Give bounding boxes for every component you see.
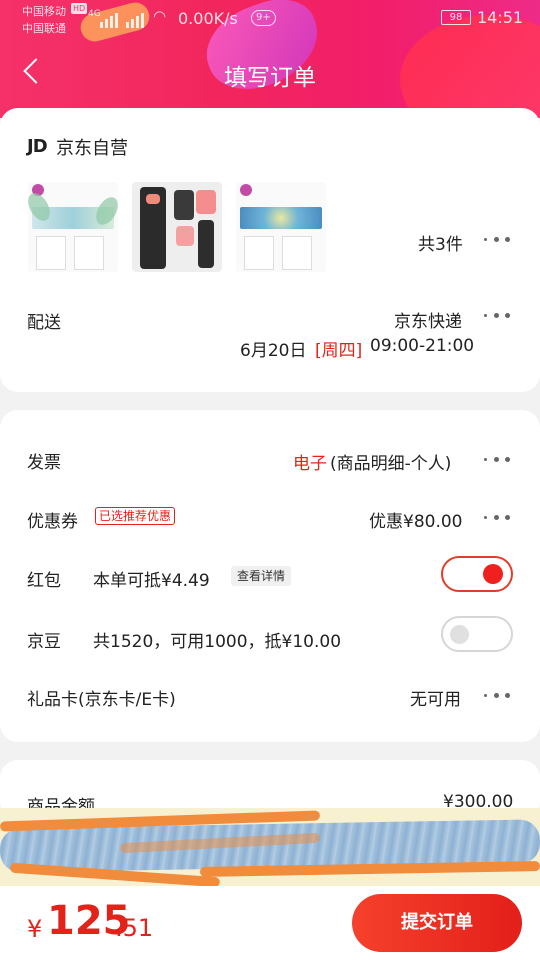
clock: 14:51	[477, 8, 524, 27]
item-count[interactable]: 共3件	[418, 230, 463, 255]
view-detail-button[interactable]: 查看详情	[231, 566, 292, 586]
invoice-detail[interactable]: (商品明细-个人)	[330, 449, 451, 474]
more-dots-icon[interactable]	[484, 234, 512, 244]
delivery-label: 配送	[27, 313, 61, 333]
coupon-value[interactable]: 优惠¥80.00	[369, 507, 462, 532]
product-thumbnail[interactable]	[28, 182, 118, 272]
delivery-carrier[interactable]: 京东快递	[394, 307, 462, 332]
red-packet-info: 本单可抵¥4.49	[93, 571, 210, 591]
invoice-type[interactable]: 电子	[293, 449, 327, 474]
jingdou-toggle[interactable]	[441, 616, 513, 652]
jingdou-label: 京豆	[27, 632, 61, 652]
more-dots-icon[interactable]	[484, 454, 512, 464]
more-dots-icon[interactable]	[484, 310, 512, 320]
product-thumbnail[interactable]	[132, 182, 222, 272]
submit-order-button[interactable]: 提交订单	[352, 894, 522, 952]
page-title: 填写订单	[224, 65, 316, 91]
gift-card-label: 礼品卡(京东卡/E卡)	[27, 690, 176, 710]
hd-badge: HD	[71, 3, 88, 14]
carrier-1: 中国移动	[22, 5, 66, 18]
invoice-label: 发票	[27, 453, 61, 473]
signal-icon	[100, 10, 148, 28]
delivery-time: 09:00-21:00	[370, 336, 475, 356]
total-amount-decimal: .51	[115, 914, 154, 942]
coupon-badge: 已选推荐优惠	[95, 507, 176, 525]
more-dots-icon[interactable]	[484, 690, 512, 700]
more-dots-icon[interactable]	[484, 512, 512, 522]
toggle-knob	[483, 564, 503, 584]
toggle-knob	[450, 625, 469, 644]
battery-icon: 98	[441, 10, 471, 25]
delivery-weekday: [周四]	[315, 341, 363, 361]
product-thumbnail[interactable]	[236, 182, 326, 272]
network-type: 4G	[88, 9, 101, 19]
notification-badge: 9+	[251, 10, 276, 26]
red-packet-toggle[interactable]	[441, 556, 513, 592]
delivery-date: 6月20日	[240, 341, 307, 361]
total-currency: ¥	[27, 915, 43, 943]
red-packet-label: 红包	[27, 571, 61, 591]
jd-logo: JD	[27, 136, 48, 157]
carrier-2: 中国联通	[22, 22, 66, 35]
shop-name: 京东自营	[56, 138, 128, 159]
status-bar: 中国移动 HD 4G 中国联通 ◠ 0.00K/s 9+ 98 14:51	[0, 0, 540, 38]
wifi-icon: ◠	[153, 7, 167, 25]
coupon-label: 优惠券	[27, 512, 78, 532]
redaction-scribble	[0, 808, 540, 886]
network-speed: 0.00K/s	[178, 9, 238, 28]
header: 中国移动 HD 4G 中国联通 ◠ 0.00K/s 9+ 98 14:51 填写…	[0, 0, 540, 118]
jingdou-info: 共1520，可用1000，抵¥10.00	[93, 632, 342, 652]
gift-card-value[interactable]: 无可用	[410, 685, 461, 710]
